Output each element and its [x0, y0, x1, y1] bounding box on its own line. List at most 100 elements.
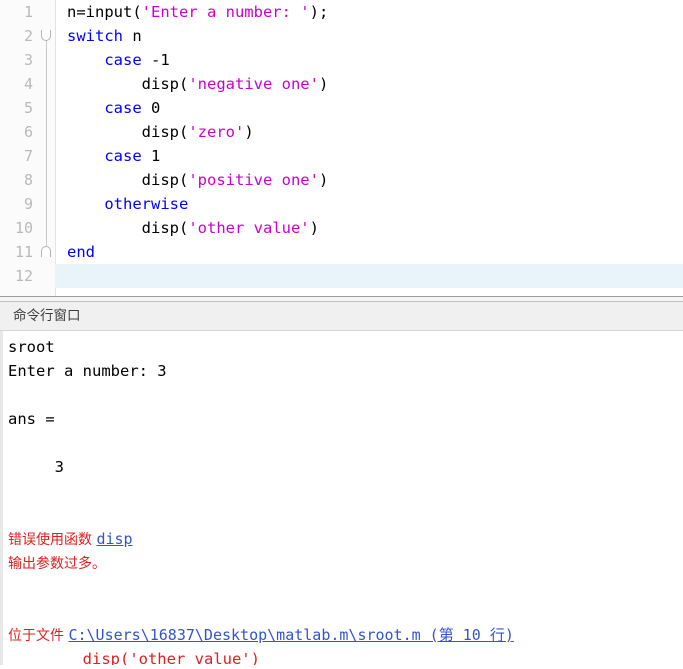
- code-line-text: end: [55, 240, 683, 264]
- fold-guide-line: [46, 120, 47, 144]
- code-line[interactable]: 6 disp('zero'): [0, 120, 683, 144]
- code-line-text: disp('negative one'): [55, 72, 683, 96]
- token-pln: );: [309, 3, 329, 21]
- code-line[interactable]: 4 disp('negative one'): [0, 72, 683, 96]
- output-text: 3: [8, 458, 64, 476]
- fold-column[interactable]: [38, 192, 56, 216]
- token-kw: case: [104, 147, 142, 165]
- code-line-text: disp('zero'): [55, 120, 683, 144]
- code-line[interactable]: 11 end: [0, 240, 683, 264]
- code-line[interactable]: 7 case 1: [0, 144, 683, 168]
- output-text: 输出参数过多。: [8, 556, 106, 572]
- token-pln: ): [309, 219, 319, 237]
- fold-guide-line: [46, 144, 47, 168]
- token-pln: disp(: [67, 171, 189, 189]
- token-kw: switch: [67, 27, 123, 45]
- code-line[interactable]: 1 n=input('Enter a number: ');: [0, 0, 683, 24]
- code-line[interactable]: 12: [0, 264, 683, 288]
- fold-column[interactable]: [38, 144, 56, 168]
- code-editor-pane[interactable]: 1 n=input('Enter a number: '); 2 switch n3 …: [0, 0, 683, 296]
- fold-column[interactable]: [38, 264, 56, 288]
- token-kw: otherwise: [104, 195, 189, 213]
- token-pln: ): [244, 123, 254, 141]
- fold-column[interactable]: [38, 168, 56, 192]
- output-text: 位于文件: [8, 628, 69, 644]
- token-str: 'zero': [188, 123, 245, 141]
- cmd-prompt-input: Enter a number: 3: [3, 359, 683, 383]
- cmd-blank: [3, 503, 683, 527]
- command-window-output[interactable]: sroot Enter a number: 3 ans = 3 错误使用函数 di…: [0, 331, 683, 665]
- token-pln: [67, 99, 104, 117]
- fold-column[interactable]: [38, 216, 56, 240]
- token-str: 'negative one': [188, 75, 319, 93]
- output-text: 错误使用函数: [8, 532, 97, 548]
- token-pln: [67, 51, 104, 69]
- code-line[interactable]: 2 switch n: [0, 24, 683, 48]
- output-text: ans =: [8, 410, 55, 428]
- code-line-text: disp('other value'): [55, 216, 683, 240]
- code-line-text: switch n: [55, 24, 683, 48]
- token-pln: ): [318, 171, 329, 189]
- fold-column[interactable]: [38, 48, 56, 72]
- token-pln: disp(: [67, 219, 189, 237]
- cmd-blank: [3, 599, 683, 623]
- token-pln: [67, 195, 104, 213]
- token-pln: ): [318, 75, 329, 93]
- error-link[interactable]: C:\Users\16837\Desktop\matlab.m\sroot.m …: [68, 626, 513, 644]
- fold-guide-line: [46, 192, 47, 216]
- code-line-text: case 0: [55, 96, 683, 120]
- token-pln: 0: [141, 99, 161, 117]
- code-line-text: case 1: [55, 144, 683, 168]
- token-kw: case: [104, 99, 142, 117]
- code-line[interactable]: 3 case -1: [0, 48, 683, 72]
- output-text: Enter a number: 3: [8, 362, 167, 380]
- code-line-text: disp('positive one'): [55, 168, 683, 192]
- code-line-list: 1 n=input('Enter a number: '); 2 switch n3 …: [0, 0, 683, 288]
- cmd-error-location: 位于文件 C:\Users\16837\Desktop\matlab.m\sro…: [3, 623, 683, 647]
- code-line-text: n=input('Enter a number: ');: [55, 0, 683, 24]
- token-pln: n=input(: [67, 3, 142, 21]
- token-pln: [67, 147, 104, 165]
- fold-column[interactable]: [38, 96, 56, 120]
- fold-guide-line: [46, 48, 47, 72]
- cmd-blank: [3, 479, 683, 503]
- token-pln: 1: [141, 147, 161, 165]
- command-window-title: 命令行窗口: [0, 302, 683, 331]
- fold-column[interactable]: [38, 24, 56, 48]
- token-kw: case: [104, 51, 142, 69]
- code-line[interactable]: 10 disp('other value'): [0, 216, 683, 240]
- cmd-blank: [3, 431, 683, 455]
- fold-guide-line: [46, 96, 47, 120]
- cmd-ans-label: ans =: [3, 407, 683, 431]
- code-line[interactable]: 5 case 0: [0, 96, 683, 120]
- fold-guide-line: [46, 168, 47, 192]
- fold-column[interactable]: [38, 0, 56, 24]
- output-text: disp('other value'): [8, 650, 260, 665]
- token-pln: -1: [141, 51, 170, 69]
- cmd-echo-sroot: sroot: [3, 335, 683, 359]
- cmd-blank: [3, 575, 683, 599]
- token-str: 'other value': [188, 219, 310, 237]
- code-line-text: [55, 264, 683, 288]
- fold-expand-icon[interactable]: [41, 30, 51, 41]
- code-line-text: otherwise: [55, 192, 683, 216]
- error-link[interactable]: disp: [96, 530, 132, 548]
- cmd-error-heading: 错误使用函数 disp: [3, 527, 683, 551]
- token-kw: end: [67, 243, 95, 261]
- fold-column[interactable]: [38, 240, 56, 264]
- code-line[interactable]: 8 disp('positive one'): [0, 168, 683, 192]
- token-pln: disp(: [67, 75, 189, 93]
- fold-column[interactable]: [38, 120, 56, 144]
- fold-guide-line: [46, 72, 47, 96]
- token-str: 'positive one': [188, 171, 319, 189]
- code-line-text: case -1: [55, 48, 683, 72]
- token-str: 'Enter a number: ': [141, 3, 310, 21]
- fold-collapse-icon[interactable]: [41, 246, 51, 257]
- token-pln: disp(: [67, 123, 189, 141]
- cmd-error-detail: 输出参数过多。: [3, 551, 683, 575]
- code-line[interactable]: 9 otherwise: [0, 192, 683, 216]
- fold-column[interactable]: [38, 72, 56, 96]
